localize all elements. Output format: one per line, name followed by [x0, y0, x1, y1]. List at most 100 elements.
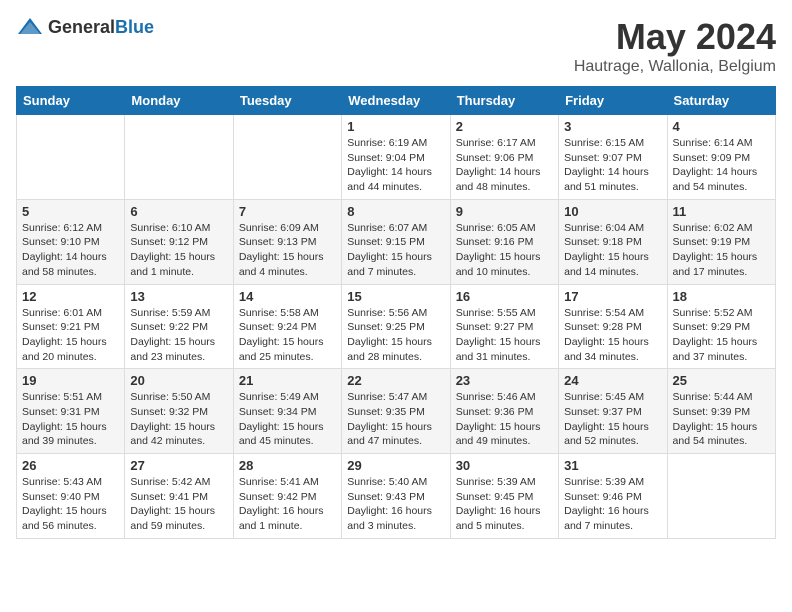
col-thursday: Thursday: [450, 87, 558, 115]
day-number: 15: [347, 289, 444, 304]
day-info: Sunrise: 5:55 AM Sunset: 9:27 PM Dayligh…: [456, 306, 553, 365]
day-number: 7: [239, 204, 336, 219]
day-info: Sunrise: 5:56 AM Sunset: 9:25 PM Dayligh…: [347, 306, 444, 365]
day-number: 2: [456, 119, 553, 134]
day-info: Sunrise: 6:14 AM Sunset: 9:09 PM Dayligh…: [673, 136, 770, 195]
day-number: 22: [347, 373, 444, 388]
table-row: 31 Sunrise: 5:39 AM Sunset: 9:46 PM Dayli…: [559, 454, 667, 539]
day-number: 3: [564, 119, 661, 134]
calendar-header-row: Sunday Monday Tuesday Wednesday Thursday…: [17, 87, 776, 115]
day-number: 17: [564, 289, 661, 304]
day-info: Sunrise: 5:39 AM Sunset: 9:45 PM Dayligh…: [456, 475, 553, 534]
table-row: [233, 115, 341, 200]
location-subtitle: Hautrage, Wallonia, Belgium: [574, 58, 776, 76]
table-row: 7 Sunrise: 6:09 AM Sunset: 9:13 PM Daylig…: [233, 199, 341, 284]
day-info: Sunrise: 5:54 AM Sunset: 9:28 PM Dayligh…: [564, 306, 661, 365]
day-number: 18: [673, 289, 770, 304]
day-info: Sunrise: 5:49 AM Sunset: 9:34 PM Dayligh…: [239, 390, 336, 449]
day-info: Sunrise: 6:12 AM Sunset: 9:10 PM Dayligh…: [22, 221, 119, 280]
day-number: 11: [673, 204, 770, 219]
day-info: Sunrise: 6:19 AM Sunset: 9:04 PM Dayligh…: [347, 136, 444, 195]
day-info: Sunrise: 6:10 AM Sunset: 9:12 PM Dayligh…: [130, 221, 227, 280]
logo: GeneralBlue: [16, 16, 154, 38]
day-number: 13: [130, 289, 227, 304]
table-row: 5Sunrise: 6:12 AM Sunset: 9:10 PM Daylig…: [17, 199, 125, 284]
table-row: 22Sunrise: 5:47 AM Sunset: 9:35 PM Dayli…: [342, 369, 450, 454]
day-info: Sunrise: 5:59 AM Sunset: 9:22 PM Dayligh…: [130, 306, 227, 365]
day-number: 6: [130, 204, 227, 219]
day-info: Sunrise: 5:58 AM Sunset: 9:24 PM Dayligh…: [239, 306, 336, 365]
day-number: 19: [22, 373, 119, 388]
table-row: 26Sunrise: 5:43 AM Sunset: 9:40 PM Dayli…: [17, 454, 125, 539]
day-number: 28: [239, 458, 336, 473]
day-number: 16: [456, 289, 553, 304]
table-row: 29 Sunrise: 5:40 AM Sunset: 9:43 PM Dayli…: [342, 454, 450, 539]
day-number: 27: [130, 458, 227, 473]
day-number: 12: [22, 289, 119, 304]
day-number: 26: [22, 458, 119, 473]
table-row: 11 Sunrise: 6:02 AM Sunset: 9:19 PM Dayli…: [667, 199, 775, 284]
day-number: 24: [564, 373, 661, 388]
day-info: Sunrise: 6:02 AM Sunset: 9:19 PM Dayligh…: [673, 221, 770, 280]
day-number: 1: [347, 119, 444, 134]
col-tuesday: Tuesday: [233, 87, 341, 115]
day-info: Sunrise: 5:50 AM Sunset: 9:32 PM Dayligh…: [130, 390, 227, 449]
day-number: 29: [347, 458, 444, 473]
table-row: 9 Sunrise: 6:05 AM Sunset: 9:16 PM Daylig…: [450, 199, 558, 284]
day-info: Sunrise: 5:46 AM Sunset: 9:36 PM Dayligh…: [456, 390, 553, 449]
logo-text: GeneralBlue: [48, 17, 154, 38]
title-section: May 2024 Hautrage, Wallonia, Belgium: [574, 16, 776, 76]
table-row: 16 Sunrise: 5:55 AM Sunset: 9:27 PM Dayli…: [450, 284, 558, 369]
table-row: 28 Sunrise: 5:41 AM Sunset: 9:42 PM Dayli…: [233, 454, 341, 539]
day-info: Sunrise: 5:41 AM Sunset: 9:42 PM Dayligh…: [239, 475, 336, 534]
table-row: 17 Sunrise: 5:54 AM Sunset: 9:28 PM Dayli…: [559, 284, 667, 369]
table-row: [125, 115, 233, 200]
day-number: 21: [239, 373, 336, 388]
day-number: 20: [130, 373, 227, 388]
day-info: Sunrise: 5:40 AM Sunset: 9:43 PM Dayligh…: [347, 475, 444, 534]
day-info: Sunrise: 6:07 AM Sunset: 9:15 PM Dayligh…: [347, 221, 444, 280]
day-info: Sunrise: 6:17 AM Sunset: 9:06 PM Dayligh…: [456, 136, 553, 195]
logo-icon: [16, 16, 44, 38]
col-saturday: Saturday: [667, 87, 775, 115]
table-row: 18 Sunrise: 5:52 AM Sunset: 9:29 PM Dayli…: [667, 284, 775, 369]
day-number: 8: [347, 204, 444, 219]
day-info: Sunrise: 6:05 AM Sunset: 9:16 PM Dayligh…: [456, 221, 553, 280]
table-row: 8 Sunrise: 6:07 AM Sunset: 9:15 PM Daylig…: [342, 199, 450, 284]
table-row: 24 Sunrise: 5:45 AM Sunset: 9:37 PM Dayli…: [559, 369, 667, 454]
col-wednesday: Wednesday: [342, 87, 450, 115]
table-row: 23Sunrise: 5:46 AM Sunset: 9:36 PM Dayli…: [450, 369, 558, 454]
table-row: 10Sunrise: 6:04 AM Sunset: 9:18 PM Dayli…: [559, 199, 667, 284]
day-info: Sunrise: 5:45 AM Sunset: 9:37 PM Dayligh…: [564, 390, 661, 449]
day-number: 25: [673, 373, 770, 388]
table-row: 6 Sunrise: 6:10 AM Sunset: 9:12 PM Daylig…: [125, 199, 233, 284]
calendar-week-row: 19 Sunrise: 5:51 AM Sunset: 9:31 PM Dayli…: [17, 369, 776, 454]
table-row: 1 Sunrise: 6:19 AM Sunset: 9:04 PM Daylig…: [342, 115, 450, 200]
day-number: 30: [456, 458, 553, 473]
calendar-week-row: 12 Sunrise: 6:01 AM Sunset: 9:21 PM Dayli…: [17, 284, 776, 369]
day-info: Sunrise: 5:51 AM Sunset: 9:31 PM Dayligh…: [22, 390, 119, 449]
calendar-week-row: 5Sunrise: 6:12 AM Sunset: 9:10 PM Daylig…: [17, 199, 776, 284]
day-number: 31: [564, 458, 661, 473]
month-year-title: May 2024: [574, 16, 776, 58]
day-info: Sunrise: 6:01 AM Sunset: 9:21 PM Dayligh…: [22, 306, 119, 365]
day-info: Sunrise: 5:39 AM Sunset: 9:46 PM Dayligh…: [564, 475, 661, 534]
table-row: 12 Sunrise: 6:01 AM Sunset: 9:21 PM Dayli…: [17, 284, 125, 369]
table-row: 13 Sunrise: 5:59 AM Sunset: 9:22 PM Dayli…: [125, 284, 233, 369]
table-row: [667, 454, 775, 539]
day-info: Sunrise: 5:52 AM Sunset: 9:29 PM Dayligh…: [673, 306, 770, 365]
table-row: 4Sunrise: 6:14 AM Sunset: 9:09 PM Daylig…: [667, 115, 775, 200]
table-row: 14Sunrise: 5:58 AM Sunset: 9:24 PM Dayli…: [233, 284, 341, 369]
page-header: GeneralBlue May 2024 Hautrage, Wallonia,…: [16, 16, 776, 76]
day-info: Sunrise: 6:09 AM Sunset: 9:13 PM Dayligh…: [239, 221, 336, 280]
calendar-week-row: 26Sunrise: 5:43 AM Sunset: 9:40 PM Dayli…: [17, 454, 776, 539]
col-sunday: Sunday: [17, 87, 125, 115]
table-row: 3Sunrise: 6:15 AM Sunset: 9:07 PM Daylig…: [559, 115, 667, 200]
table-row: 20 Sunrise: 5:50 AM Sunset: 9:32 PM Dayli…: [125, 369, 233, 454]
table-row: 27Sunrise: 5:42 AM Sunset: 9:41 PM Dayli…: [125, 454, 233, 539]
table-row: 25Sunrise: 5:44 AM Sunset: 9:39 PM Dayli…: [667, 369, 775, 454]
day-number: 9: [456, 204, 553, 219]
calendar-table: Sunday Monday Tuesday Wednesday Thursday…: [16, 86, 776, 539]
table-row: 15 Sunrise: 5:56 AM Sunset: 9:25 PM Dayli…: [342, 284, 450, 369]
table-row: 19 Sunrise: 5:51 AM Sunset: 9:31 PM Dayli…: [17, 369, 125, 454]
